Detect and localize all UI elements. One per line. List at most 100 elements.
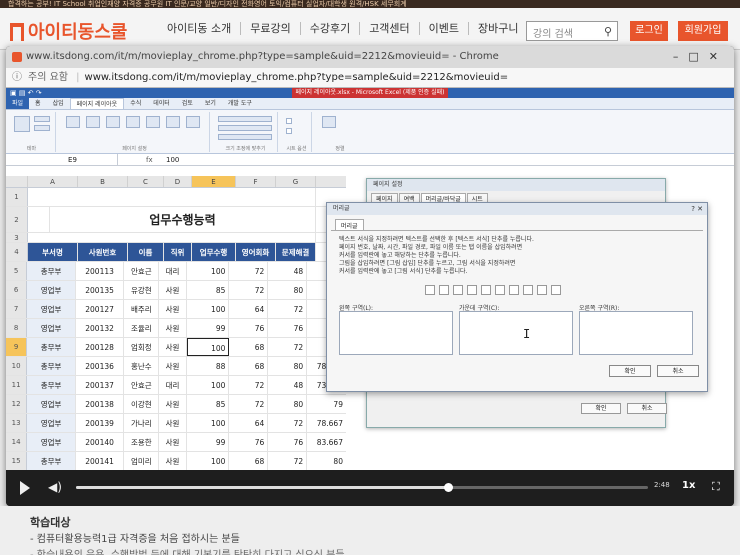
row-number[interactable]: 13 bbox=[6, 414, 28, 432]
cell[interactable]: 조용한 bbox=[124, 433, 160, 451]
gridlines-print-checkbox[interactable] bbox=[286, 128, 292, 134]
gridlines-view-checkbox[interactable] bbox=[286, 118, 292, 124]
cell[interactable] bbox=[28, 207, 50, 232]
cell[interactable]: 100 bbox=[187, 414, 230, 432]
file-name-icon[interactable] bbox=[509, 285, 519, 295]
cell[interactable] bbox=[28, 233, 316, 242]
cell[interactable]: 72 bbox=[268, 414, 308, 432]
window-controls[interactable]: –□✕ bbox=[673, 46, 728, 68]
name-box[interactable]: E9 bbox=[28, 154, 118, 165]
cell[interactable]: 대리 bbox=[159, 262, 187, 280]
address-bar[interactable]: ⓘ 주의 요함 | www.itsdong.com/it/m/movieplay_c… bbox=[6, 68, 734, 88]
margins-icon[interactable] bbox=[66, 116, 80, 128]
cell[interactable]: 68 bbox=[229, 452, 269, 470]
cell[interactable]: 안효근 bbox=[124, 376, 160, 394]
header-cancel-button[interactable]: 취소 bbox=[657, 365, 699, 377]
cell[interactable]: 80 bbox=[268, 395, 308, 413]
cell[interactable]: 48 bbox=[268, 262, 308, 280]
row-number[interactable]: 11 bbox=[6, 376, 28, 394]
format-picture-icon[interactable] bbox=[551, 285, 561, 295]
left-section-input[interactable] bbox=[339, 311, 453, 355]
cell[interactable]: 83.667 bbox=[307, 433, 346, 451]
cell[interactable]: 72 bbox=[229, 376, 269, 394]
formula-input[interactable]: 100 bbox=[166, 154, 179, 166]
close-icon[interactable]: ? ✕ bbox=[691, 203, 703, 215]
cell[interactable]: 200140 bbox=[76, 433, 125, 451]
page-count-icon[interactable] bbox=[453, 285, 463, 295]
cell[interactable]: 사원 bbox=[159, 414, 187, 432]
cell[interactable]: 사원 bbox=[159, 338, 187, 356]
cell[interactable]: 88 bbox=[187, 357, 230, 375]
tab-review[interactable]: 검토 bbox=[176, 98, 199, 109]
file-path-icon[interactable] bbox=[495, 285, 505, 295]
cell[interactable]: 76 bbox=[229, 433, 269, 451]
colors-icon[interactable] bbox=[34, 116, 50, 122]
cell[interactable]: 200141 bbox=[76, 452, 125, 470]
page-number-icon[interactable] bbox=[439, 285, 449, 295]
cell[interactable]: 사원 bbox=[159, 395, 187, 413]
themes-icon[interactable] bbox=[14, 116, 30, 132]
seek-bar[interactable] bbox=[76, 483, 648, 492]
cell[interactable]: 사원 bbox=[159, 319, 187, 337]
volume-icon[interactable]: ◀) bbox=[48, 480, 62, 494]
tab-page-layout[interactable]: 페이지 레이아웃 bbox=[69, 98, 125, 109]
cell[interactable]: 200132 bbox=[76, 319, 125, 337]
header-cell[interactable]: 직위 bbox=[164, 243, 192, 261]
fx-icon[interactable]: fx bbox=[146, 154, 153, 166]
cell[interactable]: 64 bbox=[229, 300, 269, 318]
cell[interactable]: 사원 bbox=[159, 433, 187, 451]
cell[interactable]: 사원 bbox=[159, 281, 187, 299]
cell[interactable]: 200113 bbox=[76, 262, 125, 280]
nav-free-lectures[interactable]: 무료강의 bbox=[241, 22, 301, 35]
cell[interactable]: 총무부 bbox=[27, 376, 76, 394]
cell[interactable]: 80 bbox=[268, 357, 308, 375]
cell[interactable]: 100 bbox=[187, 376, 230, 394]
cell[interactable]: 총무부 bbox=[27, 452, 76, 470]
cell[interactable]: 72 bbox=[229, 395, 269, 413]
cell[interactable]: 영업부 bbox=[27, 414, 76, 432]
cell[interactable]: 99 bbox=[187, 433, 230, 451]
cell[interactable]: 79 bbox=[307, 395, 346, 413]
col-header-e[interactable]: E bbox=[192, 176, 236, 187]
cell[interactable]: 사원 bbox=[159, 300, 187, 318]
cell[interactable]: 78.667 bbox=[307, 414, 346, 432]
background-icon[interactable] bbox=[166, 116, 180, 128]
lecture-video[interactable]: ▣ ▤ ↶ ↷ 페이지 레이아웃.xlsx - Microsoft Excel … bbox=[6, 88, 734, 470]
width-select[interactable] bbox=[218, 116, 272, 122]
cell[interactable]: 80 bbox=[268, 281, 308, 299]
size-icon[interactable] bbox=[106, 116, 120, 128]
row-number[interactable]: 14 bbox=[6, 433, 28, 451]
bring-forward-icon[interactable] bbox=[322, 116, 336, 128]
center-section-input[interactable] bbox=[459, 311, 573, 355]
header-cell[interactable]: 업무수행 bbox=[192, 243, 236, 261]
cell[interactable]: 총무부 bbox=[27, 338, 76, 356]
row-number[interactable]: 15 bbox=[6, 452, 28, 470]
insert-picture-icon[interactable] bbox=[537, 285, 547, 295]
row-number[interactable]: 6 bbox=[6, 281, 28, 299]
row-number[interactable]: 9 bbox=[6, 338, 28, 356]
fonts-icon[interactable] bbox=[34, 125, 50, 131]
header-cell[interactable]: 부서명 bbox=[28, 243, 78, 261]
scale-stepper[interactable] bbox=[218, 134, 272, 140]
cell[interactable]: 영업부 bbox=[27, 319, 76, 337]
tab-file[interactable]: 파일 bbox=[6, 98, 30, 109]
cell[interactable]: 68 bbox=[229, 338, 269, 356]
cell[interactable]: 사원 bbox=[159, 357, 187, 375]
row-number[interactable]: 7 bbox=[6, 300, 28, 318]
date-icon[interactable] bbox=[467, 285, 477, 295]
cell[interactable]: 200139 bbox=[76, 414, 125, 432]
fullscreen-icon[interactable]: ⛶ bbox=[712, 480, 720, 494]
page-setup-cancel-button[interactable]: 취소 bbox=[627, 403, 667, 414]
row-number[interactable]: 12 bbox=[6, 395, 28, 413]
cell[interactable]: 총무부 bbox=[27, 262, 76, 280]
info-icon[interactable]: ⓘ bbox=[12, 68, 22, 88]
cell[interactable]: 68 bbox=[229, 357, 269, 375]
cell[interactable]: 200135 bbox=[76, 281, 125, 299]
col-header-d[interactable]: D bbox=[164, 176, 192, 187]
sheet-name-icon[interactable] bbox=[523, 285, 533, 295]
corner-cell[interactable] bbox=[6, 176, 28, 187]
cell[interactable]: 76 bbox=[268, 319, 308, 337]
cell[interactable]: 영업부 bbox=[27, 281, 76, 299]
breaks-icon[interactable] bbox=[146, 116, 160, 128]
tab-formulas[interactable]: 수식 bbox=[124, 98, 147, 109]
